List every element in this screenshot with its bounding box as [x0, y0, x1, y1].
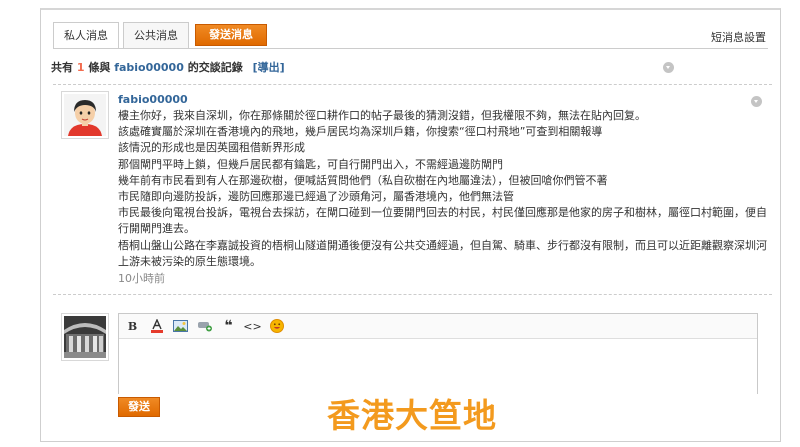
message-item: fabio00000 樓主你好，我來自深圳，你在那條關於徑口耕作口的帖子最後的猜…: [118, 92, 768, 287]
message-line: 市民最後向電視台投訴，電視台去採訪，在閘口碰到一位要開門回去的村民，村民僅回應那…: [118, 206, 767, 220]
message-line: 幾年前有市民看到有人在那邊砍樹，便喊話質問他們（私自砍樹在內地屬違法），但被回嗆…: [118, 173, 608, 187]
reply-editor: B ❝ <>: [118, 313, 758, 394]
site-watermark: 香港大笪地: [327, 396, 497, 435]
message-line: 行開閘門進去。: [118, 222, 195, 236]
message-line: 梧桐山盤山公路在李嘉誠投資的梧桐山隧道開通後便沒有公共交通經過，但自駕、騎車、步…: [118, 238, 767, 252]
image-icon[interactable]: [171, 317, 190, 336]
divider: [53, 294, 772, 295]
message-username[interactable]: fabio00000: [118, 92, 768, 108]
tab-public-messages[interactable]: 公共消息: [123, 22, 189, 49]
send-message-button[interactable]: 發送消息: [195, 24, 267, 46]
message-line: 該情況的形成也是因英國租借新界形成: [118, 141, 305, 155]
message-line: 那個閘門平時上鎖，但幾戶居民都有鑰匙，可自行開門出入，不需經過邊防閘門: [118, 157, 503, 171]
summary-count: 1: [76, 61, 85, 74]
sender-avatar[interactable]: [61, 91, 109, 139]
tabs-divider: [53, 48, 768, 49]
summary-middle: 條與: [88, 61, 111, 74]
bold-icon[interactable]: B: [123, 317, 142, 336]
smiley-icon[interactable]: [267, 317, 286, 336]
editor-toolbar: B ❝ <>: [119, 314, 757, 339]
cartoon-avatar-icon: [64, 94, 106, 136]
reply-input[interactable]: [119, 339, 757, 394]
message-line: 上游未被污染的原生態環境。: [118, 254, 261, 268]
message-page: 私人消息 公共消息 發送消息 短消息設置 共有 1 條與 fabio00000 …: [40, 8, 781, 442]
quote-icon[interactable]: ❝: [219, 317, 238, 336]
message-line: 樓主你好，我來自深圳，你在那條關於徑口耕作口的帖子最後的猜測沒錯，但我權限不夠，…: [118, 109, 646, 122]
message-settings-link[interactable]: 短消息設置: [711, 29, 766, 45]
message-tabs: 私人消息 公共消息 發送消息: [53, 22, 267, 49]
message-line: 該處確實屬於深圳在香港境內的飛地，幾戶居民均為深圳戶籍，你搜索“徑口村飛地”可查…: [118, 125, 603, 139]
message-timestamp: 10小時前: [118, 272, 165, 286]
divider: [53, 84, 772, 85]
export-link[interactable]: [導出]: [253, 61, 285, 74]
send-reply-button[interactable]: 發送: [118, 397, 160, 417]
my-avatar[interactable]: [61, 313, 109, 361]
conversation-summary: 共有 1 條與 fabio00000 的交談記錄 [導出]: [51, 59, 285, 75]
font-color-icon[interactable]: [147, 317, 166, 336]
tab-private-messages[interactable]: 私人消息: [53, 22, 119, 49]
summary-prefix: 共有: [51, 61, 73, 74]
code-icon[interactable]: <>: [243, 317, 262, 336]
link-icon[interactable]: [195, 317, 214, 336]
collapse-all-icon[interactable]: [663, 62, 674, 73]
summary-suffix: 的交談記錄: [187, 61, 243, 74]
summary-username[interactable]: fabio00000: [114, 61, 184, 74]
message-line: 市民隨即向邊防投訴，邊防回應那邊已經過了沙頭角河，屬香港境內，他們無法管: [118, 190, 514, 204]
photo-avatar-icon: [64, 316, 106, 358]
